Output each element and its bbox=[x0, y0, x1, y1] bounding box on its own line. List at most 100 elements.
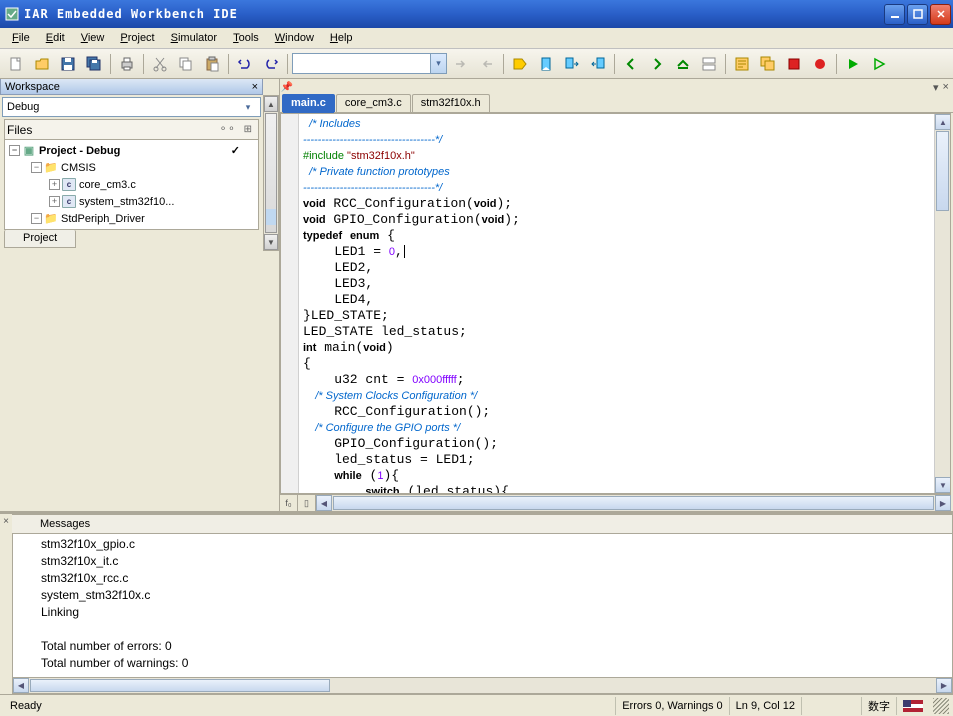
scroll-down-icon[interactable]: ▼ bbox=[264, 234, 278, 250]
window-close-button[interactable] bbox=[930, 4, 951, 25]
replace-button[interactable] bbox=[697, 52, 721, 75]
undo-button[interactable] bbox=[233, 52, 257, 75]
chevron-down-icon: ▾ bbox=[240, 102, 256, 113]
goto-button[interactable] bbox=[508, 52, 532, 75]
project-tab[interactable]: Project bbox=[4, 230, 76, 248]
chevron-down-icon: ▾ bbox=[430, 54, 446, 73]
save-all-button[interactable] bbox=[82, 52, 106, 75]
compile-button[interactable] bbox=[730, 52, 754, 75]
find-next-button[interactable] bbox=[449, 52, 473, 75]
scroll-up-icon[interactable]: ▲ bbox=[935, 114, 951, 130]
find-combo[interactable]: ▾ bbox=[292, 53, 447, 74]
menu-window[interactable]: Window bbox=[267, 30, 322, 46]
menu-simulator[interactable]: Simulator bbox=[163, 30, 225, 46]
print-button[interactable] bbox=[115, 52, 139, 75]
column-icon-2[interactable]: ⊞ bbox=[240, 124, 256, 135]
copy-button[interactable] bbox=[174, 52, 198, 75]
save-button[interactable] bbox=[56, 52, 80, 75]
tab-stm32f10x-h[interactable]: stm32f10x.h bbox=[412, 94, 490, 112]
scroll-down-icon[interactable]: ▼ bbox=[935, 477, 951, 493]
code-content[interactable]: /* Includes ----------------------------… bbox=[299, 114, 934, 493]
scroll-up-icon[interactable]: ▲ bbox=[264, 96, 278, 112]
scroll-right-icon[interactable]: ▶ bbox=[936, 678, 952, 693]
workspace-close-icon[interactable]: × bbox=[252, 81, 258, 93]
workspace-scrollbar[interactable]: ▲ ▼ bbox=[263, 95, 279, 251]
status-flag bbox=[896, 697, 929, 715]
menu-tools[interactable]: Tools bbox=[225, 30, 267, 46]
split-indicator[interactable]: ▯ bbox=[298, 495, 316, 511]
project-tabstrip: Project bbox=[4, 230, 259, 249]
bookmark-prev-button[interactable] bbox=[586, 52, 610, 75]
bookmark-toggle-button[interactable] bbox=[534, 52, 558, 75]
tree-item[interactable]: +cmisc.c bbox=[5, 227, 258, 229]
redo-button[interactable] bbox=[259, 52, 283, 75]
bookmark-next-button[interactable] bbox=[560, 52, 584, 75]
window-titlebar: IAR Embedded Workbench IDE bbox=[0, 0, 953, 28]
config-combo[interactable]: Debug ▾ bbox=[2, 97, 261, 117]
status-position: Ln 9, Col 12 bbox=[729, 697, 801, 715]
scroll-thumb[interactable] bbox=[333, 496, 934, 510]
nav-back-button[interactable] bbox=[619, 52, 643, 75]
scroll-left-icon[interactable]: ◀ bbox=[13, 678, 29, 693]
window-minimize-button[interactable] bbox=[884, 4, 905, 25]
tab-main-c[interactable]: main.c bbox=[282, 94, 335, 112]
scroll-thumb[interactable] bbox=[936, 131, 949, 211]
tree-item[interactable]: −📁CMSIS bbox=[5, 159, 258, 176]
build-close-icon[interactable]: × bbox=[0, 514, 12, 534]
messages-body[interactable]: stm32f10x_gpio.cstm32f10x_it.cstm32f10x_… bbox=[12, 534, 953, 678]
menu-project[interactable]: Project bbox=[112, 30, 162, 46]
paste-button[interactable] bbox=[200, 52, 224, 75]
messages-header: Messages bbox=[12, 514, 953, 534]
files-header: Files ⚬⚬ ⊞ bbox=[4, 119, 259, 139]
workspace-panel: Workspace × Debug ▾ Files ⚬⚬ ⊞ −▣Project… bbox=[0, 79, 280, 511]
config-value: Debug bbox=[7, 101, 39, 113]
editor-gutter bbox=[281, 114, 299, 493]
files-label: Files bbox=[7, 123, 215, 137]
file-tree[interactable]: −▣Project - Debug✓−📁CMSIS+ccore_cm3.c+cs… bbox=[4, 139, 259, 230]
debug-button[interactable] bbox=[841, 52, 865, 75]
find-prev-button[interactable] bbox=[475, 52, 499, 75]
status-bar: Ready Errors 0, Warnings 0 Ln 9, Col 12 … bbox=[0, 694, 953, 716]
cut-button[interactable] bbox=[148, 52, 172, 75]
workspace-title: Workspace bbox=[5, 81, 60, 93]
menu-view[interactable]: View bbox=[73, 30, 113, 46]
build-hscrollbar[interactable]: ◀ ▶ bbox=[12, 678, 953, 694]
column-icon-1[interactable]: ⚬⚬ bbox=[215, 124, 240, 135]
toggle-breakpoint-button[interactable] bbox=[808, 52, 832, 75]
nav-up-button[interactable] bbox=[671, 52, 695, 75]
scroll-right-icon[interactable]: ▶ bbox=[935, 495, 951, 511]
pin-icon[interactable]: 📌 bbox=[280, 79, 294, 95]
workspace-header: Workspace × bbox=[0, 79, 263, 95]
new-file-button[interactable] bbox=[4, 52, 28, 75]
status-errors: Errors 0, Warnings 0 bbox=[615, 697, 728, 715]
make-button[interactable] bbox=[756, 52, 780, 75]
tree-item[interactable]: +csystem_stm32f10... bbox=[5, 193, 258, 210]
resize-grip-icon[interactable] bbox=[933, 698, 949, 714]
editor-vscrollbar[interactable]: ▲ ▼ bbox=[934, 114, 950, 493]
project-root[interactable]: −▣Project - Debug✓ bbox=[5, 142, 258, 159]
status-ime: 数字 bbox=[861, 697, 896, 715]
nav-fwd-button[interactable] bbox=[645, 52, 669, 75]
main-toolbar: ▾ bbox=[0, 49, 953, 79]
menu-bar: File Edit View Project Simulator Tools W… bbox=[0, 28, 953, 49]
editor-menu-icons[interactable]: ▾× bbox=[929, 79, 953, 95]
stop-build-button[interactable] bbox=[782, 52, 806, 75]
editor-hscrollbar[interactable]: ◀ ▶ bbox=[316, 495, 951, 511]
editor-tabs: main.c core_cm3.c stm32f10x.h bbox=[280, 95, 953, 113]
app-icon bbox=[4, 6, 20, 22]
menu-file[interactable]: File bbox=[4, 30, 38, 46]
menu-help[interactable]: Help bbox=[322, 30, 361, 46]
code-editor[interactable]: /* Includes ----------------------------… bbox=[280, 113, 951, 494]
debug-no-download-button[interactable] bbox=[867, 52, 891, 75]
window-title: IAR Embedded Workbench IDE bbox=[24, 7, 884, 21]
menu-edit[interactable]: Edit bbox=[38, 30, 73, 46]
tab-core-cm3-c[interactable]: core_cm3.c bbox=[336, 94, 411, 112]
fold-indicator[interactable]: f₀ bbox=[280, 495, 298, 511]
status-ready: Ready bbox=[4, 697, 84, 715]
open-file-button[interactable] bbox=[30, 52, 54, 75]
tree-item[interactable]: −📁StdPeriph_Driver bbox=[5, 210, 258, 227]
tree-item[interactable]: +ccore_cm3.c bbox=[5, 176, 258, 193]
scroll-thumb[interactable] bbox=[30, 679, 330, 692]
window-maximize-button[interactable] bbox=[907, 4, 928, 25]
scroll-left-icon[interactable]: ◀ bbox=[316, 495, 332, 511]
